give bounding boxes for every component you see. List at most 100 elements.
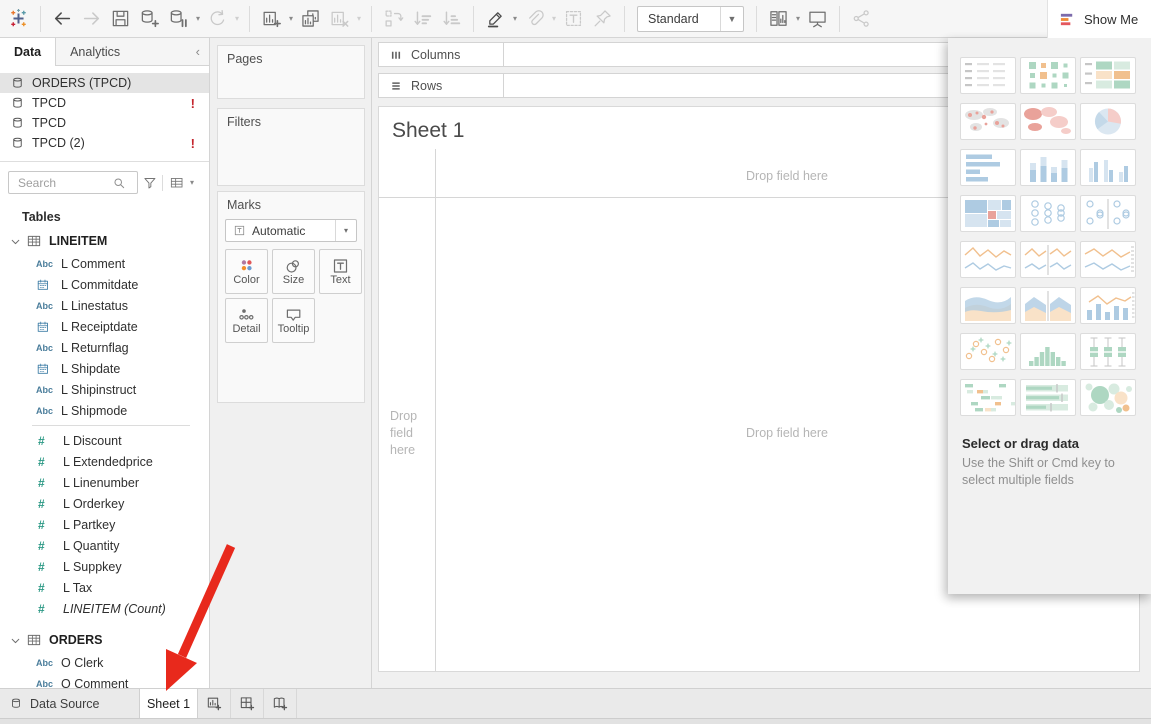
show-me-side-by-side-bars[interactable] [1080, 149, 1136, 186]
chevron-down-icon[interactable] [10, 635, 21, 646]
datasource-item[interactable]: TPCD (2)! [0, 133, 209, 153]
clear-sheet-icon[interactable] [325, 4, 354, 34]
show-me-text-table[interactable] [960, 57, 1016, 94]
new-dashboard-button[interactable] [231, 689, 264, 718]
datasource-item[interactable]: TPCD [0, 113, 209, 133]
field-item[interactable]: AbcL Comment [0, 253, 209, 274]
show-me-stacked-bars[interactable] [1020, 149, 1076, 186]
show-me-highlight-table[interactable] [1080, 57, 1136, 94]
field-item[interactable]: #L Quantity [0, 535, 209, 556]
swap-rows-columns-icon[interactable] [379, 4, 408, 34]
show-me-histogram[interactable] [1020, 333, 1076, 370]
pages-shelf[interactable]: Pages [217, 45, 365, 99]
show-me-lines-discrete[interactable] [1020, 241, 1076, 278]
undo-arrow-icon[interactable] [48, 4, 77, 34]
show-me-area-discrete[interactable] [1020, 287, 1076, 324]
duplicate-sheet-icon[interactable] [296, 4, 325, 34]
tableau-logo-icon[interactable] [4, 4, 33, 34]
filter-fields-icon[interactable] [138, 175, 160, 190]
field-item[interactable]: AbcO Comment [0, 673, 209, 688]
tab-analytics[interactable]: Analytics [56, 38, 134, 65]
group-members-caret-icon[interactable]: ▾ [549, 14, 559, 23]
show-me-dual-lines[interactable] [1080, 241, 1136, 278]
sort-descending-icon[interactable] [437, 4, 466, 34]
sort-ascending-icon[interactable] [408, 4, 437, 34]
show-me-treemap[interactable] [960, 195, 1016, 232]
table-header-lineitem[interactable]: LINEITEM [0, 229, 209, 253]
show-me-side-by-side-circles[interactable] [1080, 195, 1136, 232]
show-me-symbol-map[interactable] [960, 103, 1016, 140]
mark-button-detail[interactable]: Detail [225, 298, 268, 343]
group-members-icon[interactable] [520, 4, 549, 34]
chevron-down-icon[interactable] [10, 236, 21, 247]
highlight-icon[interactable] [481, 4, 510, 34]
show-me-dual-combination[interactable] [1080, 287, 1136, 324]
field-item[interactable]: #L Suppkey [0, 556, 209, 577]
new-story-button[interactable] [264, 689, 297, 718]
mark-button-text[interactable]: Text [319, 249, 362, 294]
show-me-lines-continuous[interactable] [960, 241, 1016, 278]
new-worksheet-caret-icon[interactable]: ▾ [286, 14, 296, 23]
field-item[interactable]: AbcL Shipmode [0, 400, 209, 421]
show-hide-cards-icon[interactable] [764, 4, 793, 34]
table-header-orders[interactable]: ORDERS [0, 628, 209, 652]
tab-data[interactable]: Data [0, 38, 56, 66]
share-workbook-icon[interactable] [847, 4, 876, 34]
filters-shelf[interactable]: Filters [217, 108, 365, 186]
field-item[interactable]: #L Extendedprice [0, 451, 209, 472]
field-item[interactable]: #L Orderkey [0, 493, 209, 514]
field-item[interactable]: #LINEITEM (Count) [0, 598, 209, 619]
run-auto-updates-caret-icon[interactable]: ▾ [232, 14, 242, 23]
pause-auto-updates-icon[interactable] [164, 4, 193, 34]
view-options-icon[interactable] [165, 175, 187, 190]
show-me-heat-map[interactable] [1020, 57, 1076, 94]
mark-button-color[interactable]: Color [225, 249, 268, 294]
show-me-area-continuous[interactable] [960, 287, 1016, 324]
fix-axes-icon[interactable] [588, 4, 617, 34]
show-me-circle-views[interactable] [1020, 195, 1076, 232]
search-input-box[interactable] [8, 171, 138, 194]
show-me-box-and-whisker[interactable] [1080, 333, 1136, 370]
field-item[interactable]: AbcL Returnflag [0, 337, 209, 358]
mark-type-select[interactable]: Automatic ▾ [225, 219, 357, 242]
run-auto-updates-icon[interactable] [203, 4, 232, 34]
tab-data-source[interactable]: Data Source [0, 689, 139, 718]
show-me-packed-bubbles[interactable] [1080, 379, 1136, 416]
show-me-bullet-graph[interactable] [1020, 379, 1076, 416]
field-item[interactable]: AbcO Clerk [0, 652, 209, 673]
new-data-source-icon[interactable] [135, 4, 164, 34]
field-item[interactable]: #L Discount [0, 430, 209, 451]
field-item[interactable]: L Shipdate [0, 358, 209, 379]
new-worksheet-icon[interactable] [257, 4, 286, 34]
field-item[interactable]: AbcL Linestatus [0, 295, 209, 316]
show-hide-cards-caret-icon[interactable]: ▾ [793, 14, 803, 23]
save-icon[interactable] [106, 4, 135, 34]
clear-sheet-caret-icon[interactable]: ▾ [354, 14, 364, 23]
show-me-horizontal-bars[interactable] [960, 149, 1016, 186]
show-me-button[interactable]: Show Me [1047, 0, 1151, 38]
show-me-pie-chart[interactable] [1080, 103, 1136, 140]
show-me-gantt[interactable] [960, 379, 1016, 416]
redo-arrow-icon[interactable] [77, 4, 106, 34]
mark-button-tooltip[interactable]: Tooltip [272, 298, 315, 343]
field-item[interactable]: L Commitdate [0, 274, 209, 295]
field-item[interactable]: #L Linenumber [0, 472, 209, 493]
datasource-item[interactable]: TPCD! [0, 93, 209, 113]
field-item[interactable]: AbcL Shipinstruct [0, 379, 209, 400]
show-me-scatter-plot[interactable] [960, 333, 1016, 370]
tab-sheet-1[interactable]: Sheet 1 [139, 689, 198, 718]
show-me-filled-map[interactable] [1020, 103, 1076, 140]
view-mode-select[interactable]: Standard▼ [637, 6, 744, 32]
presentation-mode-icon[interactable] [803, 4, 832, 34]
datasource-item[interactable]: ORDERS (TPCD) [0, 73, 209, 93]
drop-zone-rows[interactable]: Drop field here [390, 408, 426, 459]
pause-auto-updates-caret-icon[interactable]: ▾ [193, 14, 203, 23]
new-worksheet-button[interactable] [198, 689, 231, 718]
highlight-caret-icon[interactable]: ▾ [510, 14, 520, 23]
search-input[interactable] [16, 175, 112, 191]
show-mark-labels-icon[interactable] [559, 4, 588, 34]
field-item[interactable]: #L Partkey [0, 514, 209, 535]
field-item[interactable]: #L Tax [0, 577, 209, 598]
collapse-pane-icon[interactable]: ‹ [187, 38, 209, 65]
field-item[interactable]: L Receiptdate [0, 316, 209, 337]
